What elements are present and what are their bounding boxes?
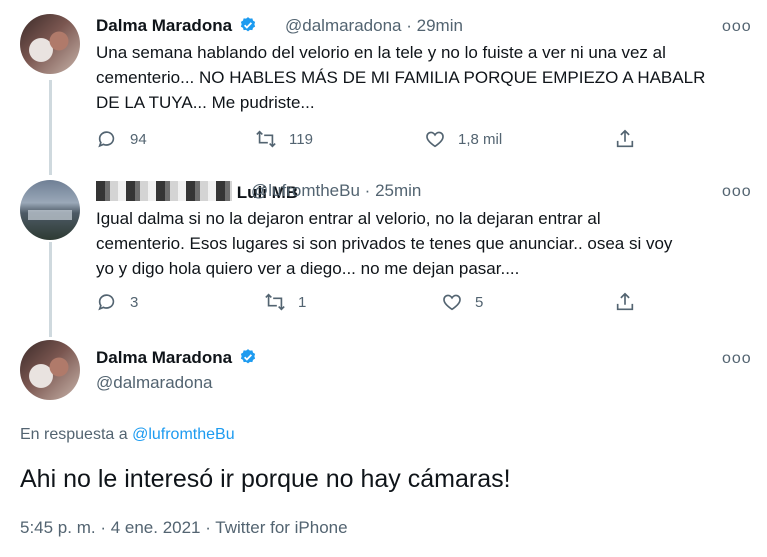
retweet-count: 1 bbox=[298, 293, 307, 311]
tweet-text: Una semana hablando del velorio en la te… bbox=[96, 40, 756, 115]
tweet-text-line: DE LA TUYA... Me pudriste... bbox=[96, 93, 315, 112]
author-name-text[interactable]: Dalma Maradona bbox=[96, 348, 232, 367]
avatar[interactable] bbox=[20, 180, 80, 240]
author-handle[interactable]: @dalmaradona bbox=[96, 373, 213, 393]
reply-icon bbox=[98, 294, 115, 311]
share-button[interactable] bbox=[614, 291, 636, 313]
more-options-icon[interactable]: ooo bbox=[722, 183, 752, 201]
reply-count: 3 bbox=[130, 293, 139, 311]
like-count: 1,8 mil bbox=[458, 130, 503, 148]
tweet-text: Ahi no le interesó ir porque no hay cáma… bbox=[20, 465, 511, 493]
reply-button[interactable]: 94 bbox=[96, 128, 147, 150]
tweet-item[interactable]: Luli MB @lufromtheBu · 25min ooo Igual d… bbox=[0, 170, 767, 332]
dot-separator: · bbox=[406, 16, 412, 35]
tweet-text-line: Una semana hablando del velorio en la te… bbox=[96, 43, 666, 62]
author-name[interactable]: Dalma Maradona bbox=[96, 16, 257, 36]
tweet-meta[interactable]: 5:45 p. m. · 4 ene. 2021 · Twitter for i… bbox=[20, 518, 348, 538]
share-icon bbox=[616, 129, 634, 148]
tweet-text: Igual dalma si no la dejaron entrar al v… bbox=[96, 206, 756, 281]
retweet-count: 119 bbox=[289, 130, 313, 148]
tweet-time[interactable]: 29min bbox=[417, 16, 463, 35]
like-count: 5 bbox=[475, 293, 484, 311]
author-name-text[interactable]: Dalma Maradona bbox=[96, 16, 232, 35]
tweet-text-line: yo y digo hola quiero ver a diego... no … bbox=[96, 259, 520, 278]
reply-context: En respuesta a @lufromtheBu bbox=[20, 426, 235, 444]
reply-prefix: En respuesta a bbox=[20, 426, 128, 443]
verified-badge-icon bbox=[240, 17, 255, 32]
dot-separator: · bbox=[364, 181, 371, 200]
tweet-text-line: cementerio. Esos lugares si son privados… bbox=[96, 234, 673, 253]
avatar[interactable] bbox=[20, 14, 80, 74]
author-name[interactable]: Dalma Maradona bbox=[96, 348, 257, 368]
main-tweet: Dalma Maradona @dalmaradona ooo En respu… bbox=[0, 332, 767, 557]
verified-badge-icon bbox=[240, 349, 255, 364]
author-handle[interactable]: @dalmaradona bbox=[285, 16, 402, 35]
heart-icon bbox=[443, 294, 461, 311]
share-icon bbox=[616, 292, 634, 311]
handle-time: @dalmaradona · 29min bbox=[285, 16, 463, 36]
reply-button[interactable]: 3 bbox=[96, 291, 138, 313]
like-button[interactable]: 1,8 mil bbox=[424, 128, 502, 150]
tweet-item[interactable]: Dalma Maradona @dalmaradona · 29min ooo … bbox=[0, 0, 767, 170]
reply-count: 94 bbox=[130, 130, 147, 148]
reply-icon bbox=[98, 131, 115, 148]
more-options-icon[interactable]: ooo bbox=[722, 18, 752, 36]
share-button[interactable] bbox=[614, 128, 636, 150]
like-button[interactable]: 5 bbox=[441, 291, 483, 313]
tweet-text-line: Igual dalma si no la dejaron entrar al v… bbox=[96, 209, 601, 228]
reply-handle-link[interactable]: @lufromtheBu bbox=[132, 426, 235, 443]
tweet-time[interactable]: 25min bbox=[375, 181, 421, 200]
retweet-button[interactable]: 119 bbox=[255, 128, 313, 150]
heart-icon bbox=[426, 131, 444, 148]
author-handle[interactable]: @lufromtheBu bbox=[251, 181, 360, 200]
retweet-button[interactable]: 1 bbox=[264, 291, 306, 313]
avatar[interactable] bbox=[20, 340, 80, 400]
retweet-icon bbox=[256, 130, 276, 148]
handle-time: @lufromtheBu · 25min bbox=[251, 181, 421, 201]
retweet-icon bbox=[265, 293, 285, 311]
tweet-text-line: cementerio... NO HABLES MÁS DE MI FAMILI… bbox=[96, 68, 706, 87]
redacted-name-block bbox=[96, 181, 232, 201]
more-options-icon[interactable]: ooo bbox=[722, 350, 752, 368]
